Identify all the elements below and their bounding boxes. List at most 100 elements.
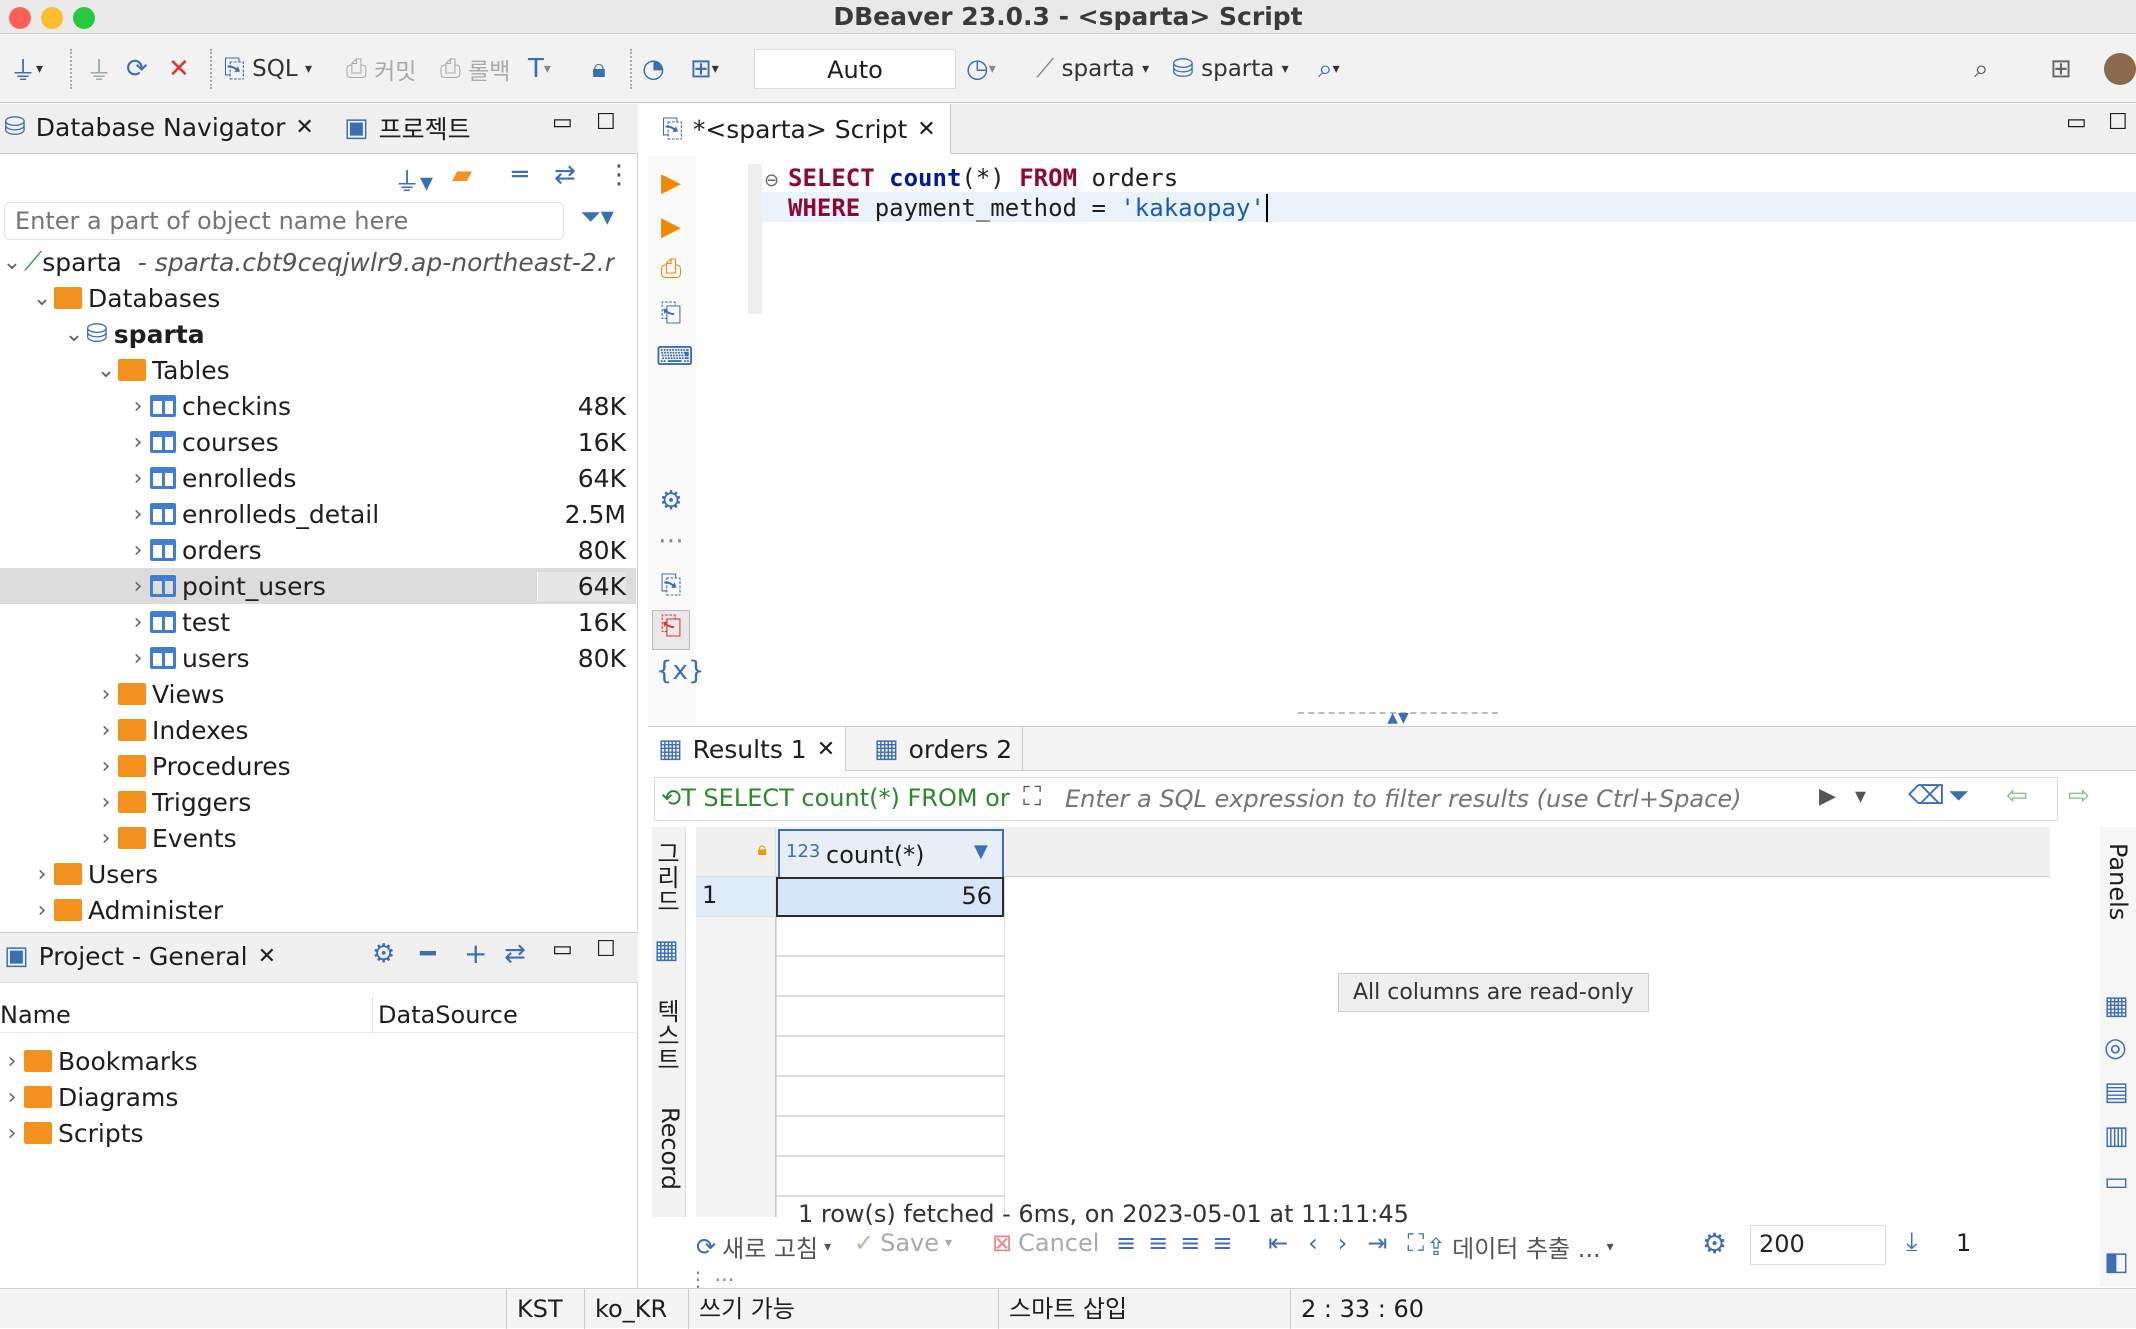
palette-icon[interactable]: ◎ (2104, 1033, 2127, 1063)
grid-icon[interactable]: ▦ (654, 935, 679, 965)
reconnect-button[interactable]: ⟳ (126, 49, 148, 89)
view-menu-icon[interactable]: ⋮ (606, 160, 632, 190)
fold-icon[interactable]: ⊖ (764, 170, 779, 191)
chevron-right-icon[interactable]: › (0, 1049, 24, 1074)
execute-script-icon[interactable]: ⎙ (656, 254, 686, 284)
link-with-editor-icon[interactable]: ⇄ (554, 160, 576, 190)
row-edit-icons[interactable]: ≡≡≡≡ (1116, 1229, 1244, 1257)
back-icon[interactable]: ⇦ (2006, 781, 2028, 811)
schema-button[interactable]: ⊞ ▾ (690, 49, 719, 89)
disconnect-button[interactable]: ✕ (168, 49, 190, 89)
forward-icon[interactable]: ⇨ (2068, 781, 2090, 811)
chevron-right-icon[interactable]: › (30, 862, 54, 887)
close-icon[interactable]: ✕ (917, 117, 935, 142)
apply-filter-icon[interactable]: ▶ (1819, 784, 1836, 809)
maximize-icon[interactable]: ☐ (596, 937, 616, 962)
expand-icon[interactable]: ⛶ (1023, 782, 1041, 813)
tab-project-general[interactable]: ▣ Project - General ✕ (4, 941, 276, 971)
tab-record-view[interactable]: Record (654, 1107, 684, 1190)
chevron-right-icon[interactable]: › (126, 394, 150, 419)
maximize-icon[interactable]: ☐ (596, 110, 616, 135)
tree-connection-sparta[interactable]: ⌄ ⟋ sparta - sparta.cbt9ceqjwlr9.ap-nort… (0, 244, 638, 280)
active-database-selector[interactable]: ⛁ sparta ▾ (1172, 49, 1289, 89)
fetch-size-input[interactable]: 200 (1750, 1225, 1886, 1265)
connect-button[interactable]: ⏚ (86, 49, 112, 89)
filter-icon[interactable]: ⏷ (1948, 781, 1969, 812)
chevron-right-icon[interactable]: › (126, 466, 150, 491)
tree-table-users[interactable]: › users 80K (0, 640, 636, 676)
more-icon[interactable]: ⋯ (656, 526, 686, 556)
results-filter-input[interactable] (1065, 780, 1795, 818)
grid-icon[interactable]: ▦ (2104, 991, 2129, 1021)
tree-db-sparta[interactable]: ⌄ ⛁ sparta (62, 316, 205, 352)
dashboard-button[interactable]: ◔ (642, 49, 665, 89)
link-icon[interactable]: ⇄ (504, 939, 526, 969)
row-number[interactable]: 1 (696, 877, 776, 917)
gear-icon[interactable]: ⚙ (372, 939, 395, 969)
lock-button[interactable]: 🔒︎ (592, 49, 606, 89)
execute-statement-icon[interactable]: ▶ (656, 168, 686, 198)
new-connection-icon[interactable]: ⏚▾ (394, 162, 433, 199)
chevron-right-icon[interactable]: › (94, 790, 118, 815)
chevron-right-icon[interactable]: › (0, 1121, 24, 1146)
collapse-icon[interactable]: ━ (420, 939, 436, 969)
tree-users[interactable]: › Users (30, 856, 158, 892)
chevron-right-icon[interactable]: › (94, 754, 118, 779)
tree-tables[interactable]: ⌄ Tables (94, 352, 230, 388)
query-text[interactable]: ⟲T SELECT count(*) FROM or (661, 784, 1010, 812)
tree-views[interactable]: › Views (0, 676, 636, 712)
avatar[interactable] (2104, 53, 2136, 85)
tree-events[interactable]: › Events (0, 820, 636, 856)
chevron-right-icon[interactable]: › (126, 538, 150, 563)
export-icon[interactable]: ⎘ (656, 570, 686, 600)
tab-sparta-script[interactable]: ⎘ *<sparta> Script ✕ (648, 104, 951, 154)
minimize-icon[interactable]: ▭ (552, 937, 573, 962)
project-item-bookmarks[interactable]: › Bookmarks (0, 1043, 198, 1079)
tree-table-courses[interactable]: › courses 16K (0, 424, 636, 460)
chevron-down-icon[interactable]: ⌄ (94, 358, 118, 383)
chevron-right-icon[interactable]: › (126, 646, 150, 671)
tree-triggers[interactable]: › Triggers (0, 784, 636, 820)
column-header-count[interactable]: 123 count(*) ▼ (778, 829, 1004, 877)
commit-button[interactable]: ⎙ 커밋 (346, 49, 416, 89)
tab-grid-view[interactable]: 그리드 (652, 841, 684, 913)
chevron-down-icon[interactable]: ⌄ (0, 250, 24, 275)
close-icon[interactable]: ✕ (295, 115, 313, 140)
sql-line-2[interactable]: WHERE payment_method = 'kakaopay' (788, 194, 1268, 222)
chevron-right-icon[interactable]: › (0, 1085, 24, 1110)
explain-plan-icon[interactable]: ⎗ (656, 298, 686, 328)
sort-icon[interactable]: ▼ (974, 841, 988, 862)
maximize-icon[interactable]: ☐ (2108, 110, 2128, 135)
chevron-down-icon[interactable]: ⌄ (62, 322, 86, 347)
fetch-next-icon[interactable]: ⤓ (1906, 1227, 1918, 1258)
layout-icon[interactable]: ◧ (2104, 1247, 2129, 1277)
execute-new-tab-icon[interactable]: ▶ (656, 212, 686, 242)
column-name-header[interactable]: Name (0, 1001, 71, 1029)
filter-icon[interactable]: ⏷▾ (580, 202, 614, 233)
transaction-mode-button[interactable]: T ▾ (528, 49, 551, 89)
window-icon[interactable]: ▭ (2104, 1167, 2129, 1197)
problems-icon[interactable]: ⎗ (652, 610, 690, 650)
column-datasource-header[interactable]: DataSource (378, 1001, 518, 1029)
minimize-icon[interactable]: ▭ (552, 110, 573, 135)
tree-indexes[interactable]: › Indexes (0, 712, 636, 748)
rollback-button[interactable]: ⎙ 롤백 (440, 49, 510, 89)
tab-database-navigator[interactable]: ⛁ Database Navigator ✕ (4, 112, 314, 142)
close-icon[interactable]: ✕ (258, 944, 276, 969)
variables-icon[interactable]: {x} (656, 656, 704, 686)
splitter-handle[interactable]: ▲▼ (1298, 711, 1498, 725)
minimize-icon[interactable]: ▭ (2066, 110, 2087, 135)
chevron-right-icon[interactable]: › (94, 682, 118, 707)
panels-toggle[interactable]: Panels (2104, 843, 2132, 920)
chevron-right-icon[interactable]: › (94, 826, 118, 851)
export-data-button[interactable]: ⇪ 데이터 추출 ... ▾ (1426, 1229, 1614, 1264)
new-folder-icon[interactable]: ▰ (452, 160, 472, 190)
chart-icon[interactable]: ▥ (2104, 1121, 2129, 1151)
chevron-right-icon[interactable]: › (94, 718, 118, 743)
history-button[interactable]: ◷ ▾ (966, 49, 996, 89)
tree-table-point-users[interactable]: › point_users 64K (0, 568, 636, 604)
chevron-right-icon[interactable]: › (126, 574, 150, 599)
eraser-icon[interactable]: ⌫ (1908, 781, 1945, 811)
gear-icon[interactable]: ⚙ (656, 486, 686, 516)
project-item-scripts[interactable]: › Scripts (0, 1115, 198, 1151)
